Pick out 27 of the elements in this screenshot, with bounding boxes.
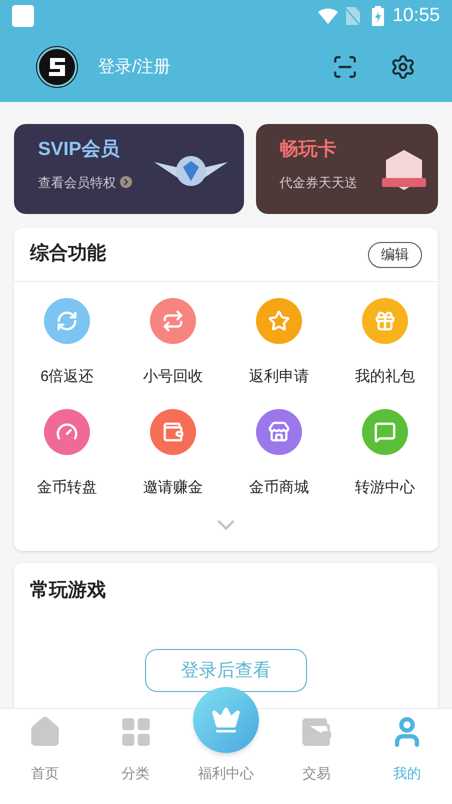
section-title: 常玩游戏 (30, 578, 106, 603)
scan-icon[interactable] (332, 54, 358, 80)
feature-item[interactable]: 金币商城 (226, 408, 332, 499)
promo-card[interactable]: SVIP会员 查看会员特权 (14, 124, 244, 214)
settings-icon[interactable] (390, 54, 416, 80)
feature-item[interactable]: 我的礼包 (332, 298, 438, 388)
notification-icon (12, 5, 34, 27)
edit-button[interactable]: 编辑 (368, 242, 422, 268)
wifi-icon (318, 8, 338, 24)
card-subtitle: 查看会员特权 (38, 174, 116, 192)
feature-item[interactable]: 金币转盘 (14, 408, 120, 499)
no-sim-icon (346, 7, 360, 25)
feature-item[interactable]: 邀请赚金 (120, 408, 226, 499)
card-subtitle: 代金券天天送 (280, 174, 358, 192)
feature-item[interactable]: 返利申请 (226, 298, 332, 388)
feature-item[interactable]: 小号回收 (120, 298, 226, 388)
battery-icon (372, 6, 384, 26)
status-time: 10:55 (392, 4, 440, 28)
promo-card[interactable]: 畅玩卡 代金券天天送 (256, 124, 438, 214)
card-title: 畅玩卡 (280, 138, 338, 162)
feature-item[interactable]: 6倍返还 (14, 298, 120, 388)
card-title: SVIP会员 (38, 138, 120, 162)
avatar-logo[interactable] (36, 46, 78, 88)
crown-icon (211, 705, 242, 735)
feature-item[interactable]: 转游中心 (332, 408, 438, 499)
section-title: 综合功能 (30, 242, 106, 266)
wallet-icon (299, 715, 334, 749)
